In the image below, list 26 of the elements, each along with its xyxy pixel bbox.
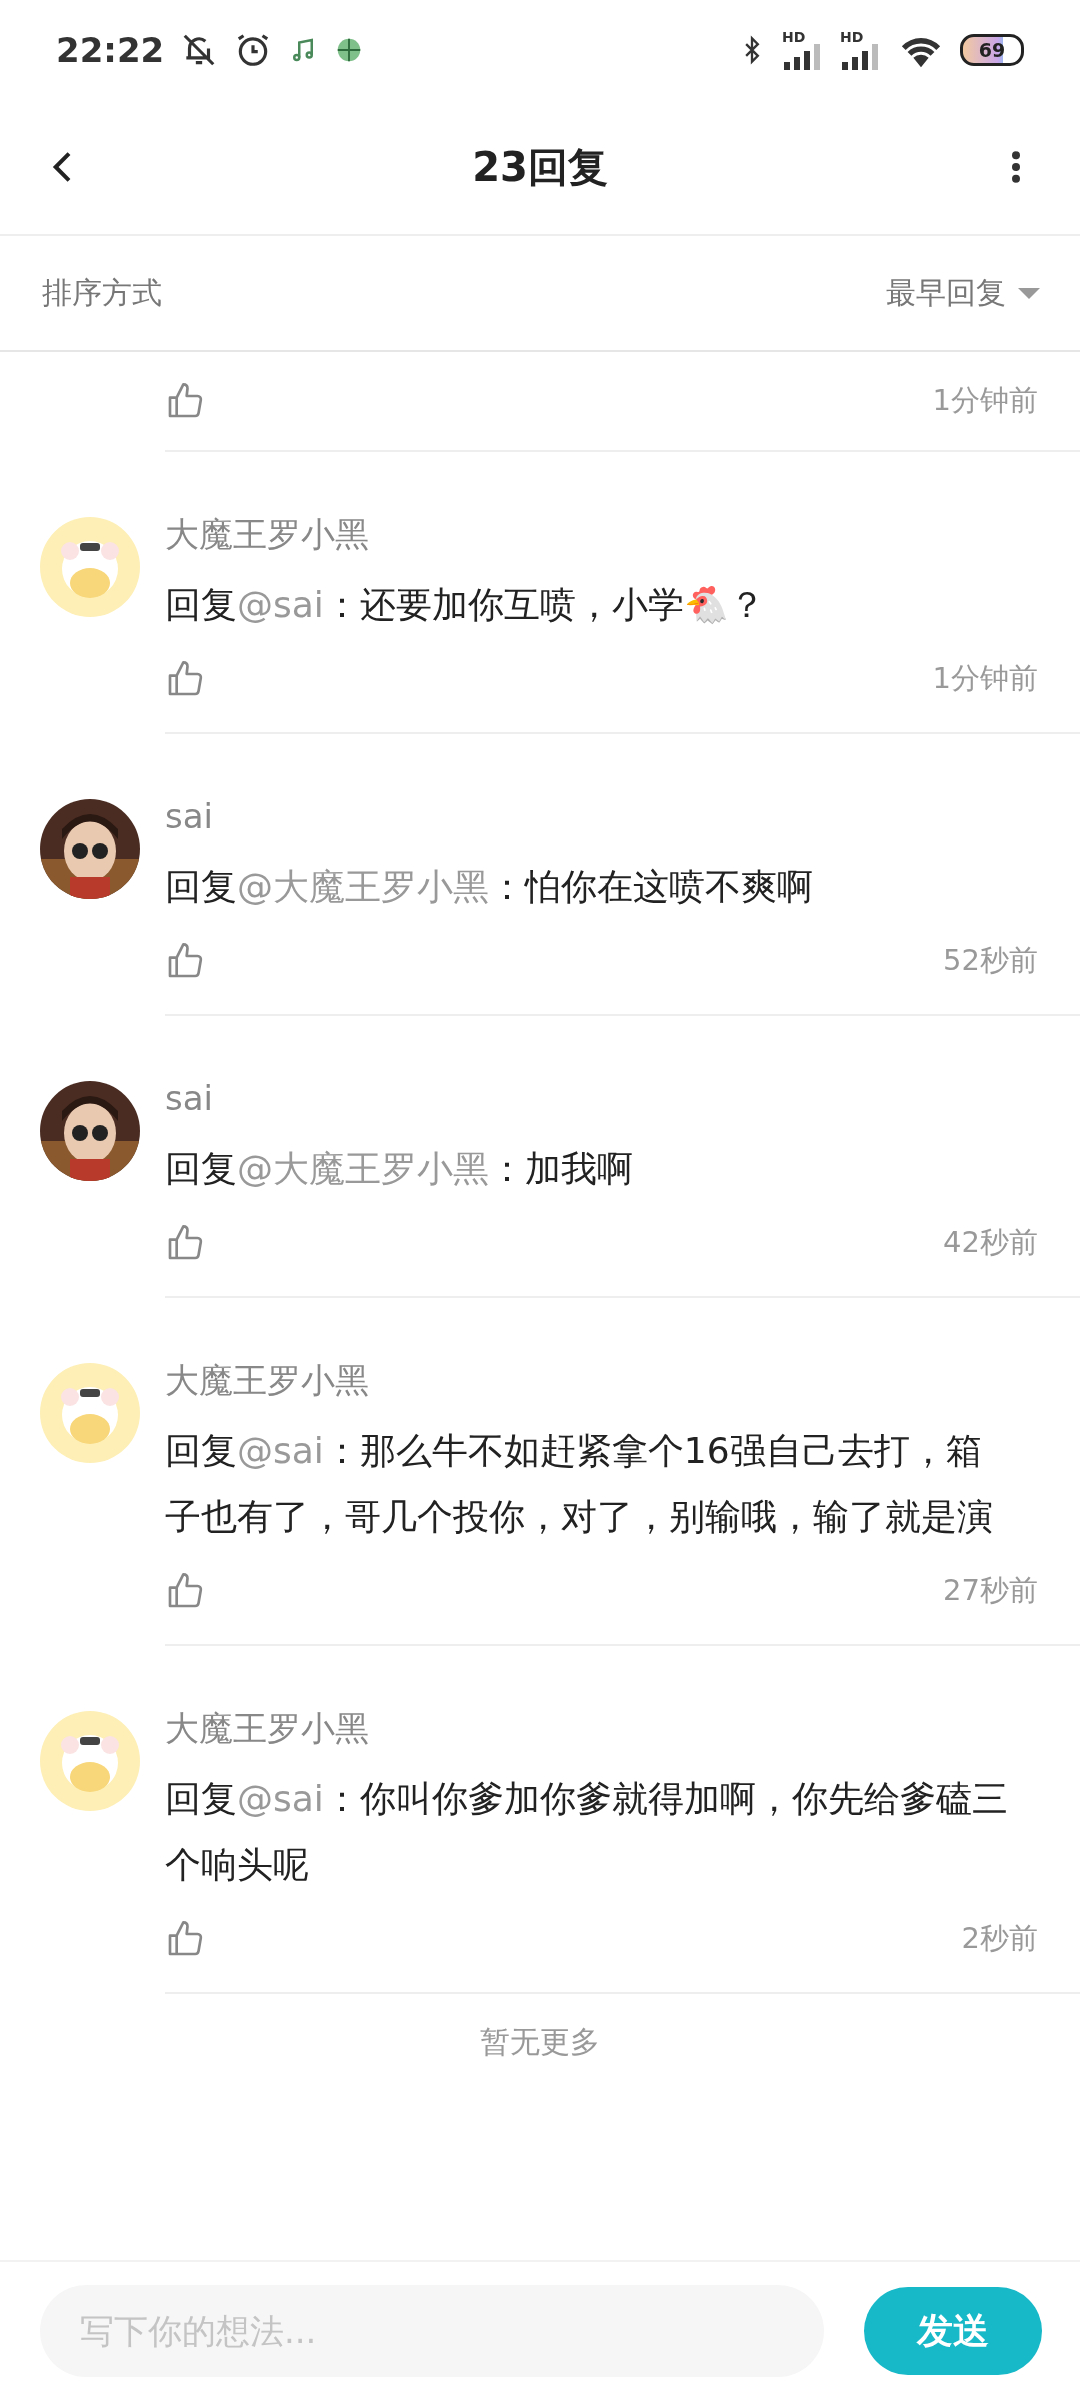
sort-label: 排序方式: [42, 273, 162, 312]
send-button[interactable]: 发送: [864, 2287, 1042, 2375]
comment-text: 回复@sai：你叫你爹加你爹就得加啊，你先给爹磕三个响头呢: [165, 1777, 1009, 1887]
comment-time: 1分钟前: [932, 382, 1038, 419]
author-name: 大魔王罗小黑: [165, 1708, 370, 1748]
comment-text: 回复@大魔王罗小黑：加我啊: [165, 1147, 634, 1191]
comment-text: 回复@sai：那么牛不如赶紧拿个16强自己去打，箱子也有了，哥几个投你，对了，别输哦，输了就是演: [165, 1429, 994, 1539]
author-name: sai: [165, 796, 214, 836]
comment-time: 2秒前: [961, 1920, 1038, 1957]
end-of-list-note: 暂无更多: [480, 2024, 600, 2059]
page-title: 23回复: [472, 142, 608, 192]
comment-time: 52秒前: [943, 942, 1038, 979]
network-label: HD: [782, 30, 806, 44]
battery-level: 69: [978, 39, 1006, 61]
network-label: HD: [840, 30, 864, 44]
comment-text: 回复@大魔王罗小黑：怕你在这喷不爽啊: [165, 865, 814, 909]
author-name: sai: [165, 1078, 214, 1118]
comment-time: 27秒前: [943, 1572, 1038, 1609]
comment-time: 42秒前: [943, 1224, 1038, 1261]
comment-time: 1分钟前: [932, 660, 1038, 697]
comment-text: 回复@sai：还要加你互喷，小学🐔？: [165, 583, 766, 627]
author-name: 大魔王罗小黑: [165, 514, 370, 554]
sort-dropdown[interactable]: 最早回复: [886, 272, 1040, 314]
author-name: 大魔王罗小黑: [165, 1360, 370, 1400]
caret-icon: [1018, 286, 1040, 300]
status-time: 22:22: [56, 30, 165, 70]
